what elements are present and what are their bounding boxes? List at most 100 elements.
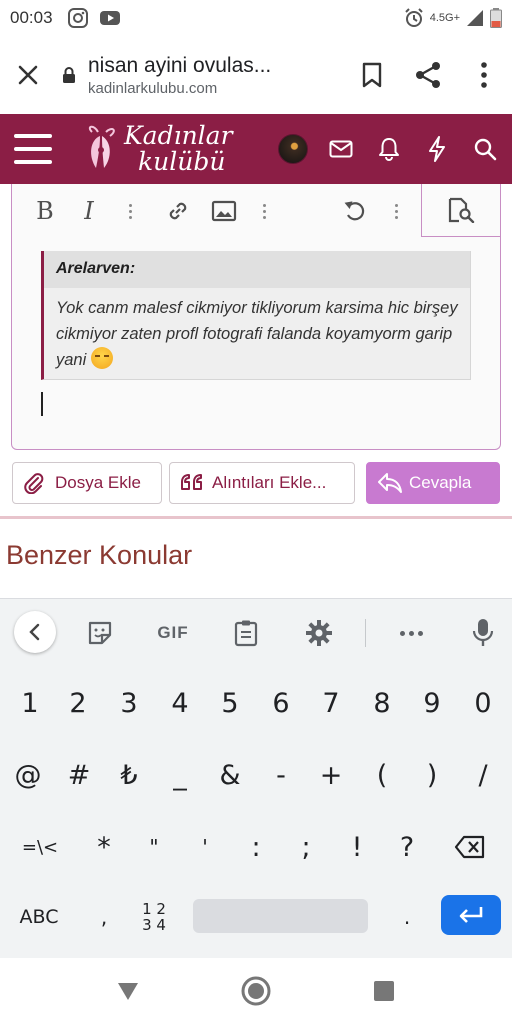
- preview-icon: [447, 197, 475, 223]
- numpad-top: 1 2: [142, 900, 166, 918]
- key-hash[interactable]: #: [55, 745, 103, 805]
- brand-line-2: kulübü: [138, 147, 226, 176]
- more-formatting-button[interactable]: [113, 194, 147, 228]
- site-logo[interactable]: Kadınlar kulübü: [82, 119, 233, 179]
- mail-icon[interactable]: [326, 134, 356, 164]
- close-icon: [17, 64, 39, 86]
- key-close-paren[interactable]: ): [408, 745, 456, 805]
- key-row-3: =\< * " ' : ; ! ?: [0, 817, 512, 877]
- image-icon[interactable]: [207, 194, 241, 228]
- key-6[interactable]: 6: [257, 673, 305, 733]
- instagram-icon: [67, 7, 89, 29]
- enter-key[interactable]: [441, 895, 501, 935]
- bold-button[interactable]: B: [28, 194, 62, 228]
- key-abc[interactable]: ABC: [4, 887, 74, 947]
- quote-marks-icon: [180, 472, 202, 494]
- menu-icon: [481, 62, 487, 88]
- insert-quotes-button[interactable]: Alıntıları Ekle...: [169, 462, 355, 504]
- page-domain: kadinlarkulubu.com: [88, 79, 218, 97]
- browser-menu-button[interactable]: [456, 47, 512, 103]
- lightning-icon[interactable]: [422, 134, 452, 164]
- key-numpad[interactable]: 1 2 3 4: [130, 887, 178, 947]
- home-circle-icon[interactable]: [240, 975, 272, 1007]
- key-double-quote[interactable]: ": [130, 817, 178, 877]
- back-triangle-icon[interactable]: [112, 975, 144, 1007]
- key-at[interactable]: @: [4, 745, 52, 805]
- key-1[interactable]: 1: [6, 673, 54, 733]
- more-options-button[interactable]: [379, 194, 413, 228]
- editor-toolbar: B I: [12, 184, 501, 237]
- similar-topics-heading: Benzer Konular: [6, 540, 193, 570]
- insert-quotes-label: Alıntıları Ekle...: [212, 473, 327, 492]
- hamburger-icon[interactable]: [14, 134, 52, 164]
- editor-actions: Dosya Ekle Alıntıları Ekle... Cevapla: [11, 462, 501, 504]
- key-period[interactable]: .: [383, 887, 431, 947]
- key-row-1: 1 2 3 4 5 6 7 8 9 0: [0, 673, 512, 733]
- reply-editor[interactable]: B I Arelarven: Yok canm malesf cikmiyor …: [11, 184, 501, 450]
- key-row-2: @ # ₺ _ & - + ( ) /: [0, 745, 512, 805]
- recents-square-icon[interactable]: [368, 975, 400, 1007]
- undo-icon[interactable]: [339, 194, 373, 228]
- section-divider: [0, 516, 512, 519]
- attach-file-button[interactable]: Dosya Ekle: [12, 462, 162, 504]
- key-semicolon[interactable]: ;: [282, 817, 330, 877]
- key-4[interactable]: 4: [156, 673, 204, 733]
- bell-icon[interactable]: [374, 134, 404, 164]
- paperclip-icon: [23, 472, 45, 494]
- microphone-icon[interactable]: [463, 613, 503, 653]
- key-8[interactable]: 8: [358, 673, 406, 733]
- backspace-icon[interactable]: [446, 817, 494, 877]
- key-ampersand[interactable]: &: [206, 745, 254, 805]
- key-symbols-more[interactable]: =\<: [16, 817, 64, 877]
- sticker-icon[interactable]: [80, 613, 120, 653]
- key-minus[interactable]: -: [257, 745, 305, 805]
- pensive-emoji-icon: [90, 347, 113, 369]
- italic-button[interactable]: I: [72, 194, 106, 228]
- battery-icon: [490, 8, 502, 28]
- key-2[interactable]: 2: [54, 673, 102, 733]
- preview-button[interactable]: [421, 184, 501, 237]
- clipboard-icon[interactable]: [226, 613, 266, 653]
- more-insert-button[interactable]: [247, 194, 281, 228]
- share-button[interactable]: [400, 47, 456, 103]
- attach-file-label: Dosya Ekle: [55, 473, 141, 492]
- bookmark-button[interactable]: [344, 47, 400, 103]
- url-bar[interactable]: nisan ayini ovulas... kadinlarkulubu.com: [56, 54, 344, 97]
- chevron-left-icon[interactable]: [14, 611, 56, 653]
- key-exclamation[interactable]: !: [333, 817, 381, 877]
- key-9[interactable]: 9: [408, 673, 456, 733]
- key-7[interactable]: 7: [307, 673, 355, 733]
- enter-arrow-icon: [457, 905, 485, 925]
- link-icon[interactable]: [161, 194, 195, 228]
- brand-line-1: Kadınlar: [124, 121, 233, 150]
- quote-block: Arelarven: Yok canm malesf cikmiyor tikl…: [41, 251, 471, 380]
- key-open-paren[interactable]: (: [358, 745, 406, 805]
- quote-text: Yok canm malesf cikmiyor tikliyorum kars…: [56, 299, 458, 369]
- avatar[interactable]: [278, 134, 308, 164]
- key-comma[interactable]: ,: [80, 887, 128, 947]
- key-asterisk[interactable]: *: [80, 817, 128, 877]
- key-0[interactable]: 0: [459, 673, 507, 733]
- key-plus[interactable]: +: [307, 745, 355, 805]
- status-time: 00:03: [10, 8, 53, 27]
- signal-icon: [466, 9, 484, 27]
- gif-button[interactable]: GIF: [153, 613, 193, 653]
- more-dots-icon[interactable]: [391, 613, 431, 653]
- gear-icon[interactable]: [299, 613, 339, 653]
- quote-author: Arelarven:: [44, 251, 470, 288]
- toolbar-separator: [365, 619, 366, 647]
- reply-button[interactable]: Cevapla: [366, 462, 500, 504]
- space-bar[interactable]: [193, 899, 368, 933]
- key-colon[interactable]: :: [232, 817, 280, 877]
- key-5[interactable]: 5: [206, 673, 254, 733]
- key-question[interactable]: ?: [383, 817, 431, 877]
- key-3[interactable]: 3: [105, 673, 153, 733]
- reply-arrow-icon: [377, 472, 402, 494]
- search-icon[interactable]: [470, 134, 500, 164]
- key-lira[interactable]: ₺: [105, 745, 153, 805]
- close-tab-button[interactable]: [0, 47, 56, 103]
- key-underscore[interactable]: _: [156, 745, 204, 805]
- key-single-quote[interactable]: ': [181, 817, 229, 877]
- status-bar: 00:03 4.5G+: [0, 0, 512, 36]
- key-slash[interactable]: /: [459, 745, 507, 805]
